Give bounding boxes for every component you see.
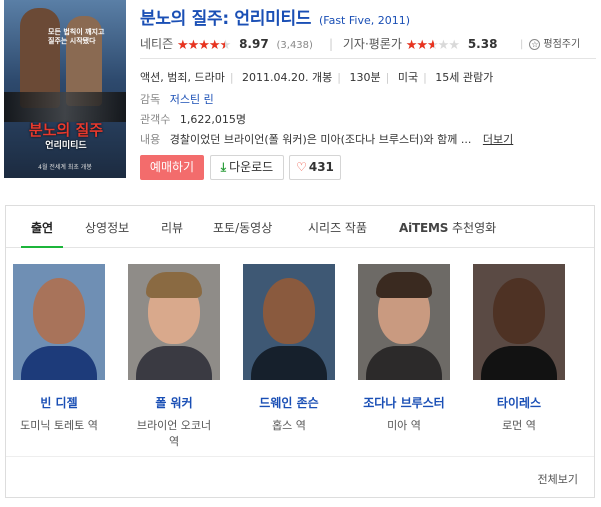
divider: | [423, 71, 427, 84]
divider [140, 58, 596, 59]
photo-face [33, 278, 85, 344]
movie-summary: 모든 법칙이 깨지고 질주는 시작됐다 분노의 질주 언리미티드 4월 전세계 … [0, 0, 601, 195]
divider: | [229, 71, 234, 84]
photo-body [251, 346, 327, 380]
poster-title-main: 분노의 질주 [28, 121, 104, 139]
info-audience: 관객수 1,622,015명 [140, 111, 596, 127]
divider: | [520, 39, 524, 50]
cast-role: 미아 역 [387, 419, 421, 432]
plot-label: 내용 [140, 133, 161, 146]
poster-date: 4월 전세계 최초 개봉 [38, 164, 92, 171]
cast-name[interactable]: 폴 워커 [124, 394, 224, 411]
cast-item[interactable]: 빈 디젤 도미닉 토레토 역 [9, 264, 109, 434]
netizen-stars-icon: ★★★★★★★★★★ [176, 38, 231, 53]
poster-car [4, 92, 126, 122]
photo-face [263, 278, 315, 344]
photo-body [136, 346, 212, 380]
info-basic: 액션, 범죄, 드라마 | 2011.04.20. 개봉 | 130분 | 미국 | 1… [140, 69, 596, 85]
cast-role: 홉스 역 [272, 419, 306, 432]
netizen-rating: 네티즌 ★★★★★★★★★★ 8.97 (3,438) [140, 35, 313, 53]
cast-role: 도미닉 토레토 역 [20, 419, 98, 432]
cast-photo[interactable] [13, 264, 105, 380]
cast-item[interactable]: 폴 워커 브라이언 오코너 역 [124, 264, 224, 450]
cast-item[interactable]: 드웨인 존슨 홉스 역 [239, 264, 339, 434]
photo-body [21, 346, 97, 380]
movie-title-en: (Fast Five, 2011) [318, 14, 410, 27]
photo-body [366, 346, 442, 380]
critic-rating: | 기자·평론가 ★★★★★★★★★★ 5.38 [329, 35, 498, 53]
netizen-score: 8.97 [239, 37, 269, 51]
cast-item[interactable]: 타이레스 로먼 역 [469, 264, 569, 434]
divider: | [337, 71, 341, 84]
age-rating: 15세 관람가 [435, 71, 494, 84]
divider [6, 456, 594, 457]
tab-aitems-label: 추천영화 [452, 221, 497, 235]
photo-hair [376, 272, 432, 298]
download-label: 다운로드 [229, 160, 274, 174]
netizen-rating-label: 네티즌 [140, 37, 174, 51]
tab-cast[interactable]: 출연 [20, 219, 64, 248]
all-view-link[interactable]: 전체보기 [538, 471, 578, 487]
download-icon: ⤓ [220, 160, 227, 174]
rating-row: 네티즌 ★★★★★★★★★★ 8.97 (3,438) | 기자·평론가 ★★★… [140, 35, 596, 55]
cast-name[interactable]: 드웨인 존슨 [239, 394, 339, 411]
critic-score: 5.38 [467, 37, 498, 51]
netizen-count: (3,438) [276, 40, 313, 51]
poster-title: 분노의 질주 언리미티드 [14, 122, 118, 154]
audience-label: 관객수 [140, 113, 171, 126]
tab-photo-video[interactable]: 포토/동영상 [213, 219, 272, 236]
cast-photo[interactable] [473, 264, 565, 380]
divider: | [329, 37, 334, 51]
tab-review[interactable]: 리뷰 [161, 219, 183, 236]
download-button[interactable]: ⤓ 다운로드 [210, 155, 284, 180]
divider: | [385, 71, 390, 84]
tab-series[interactable]: 시리즈 작품 [308, 219, 367, 236]
info-plot: 내용 경찰이었던 브라이언(폴 워커)은 미아(조다나 브루스터)와 함께 ..… [140, 131, 596, 147]
cast-role: 브라이언 오코너 역 [136, 419, 212, 448]
director-link[interactable]: 저스틴 린 [170, 93, 214, 106]
critic-rating-label: 기자·평론가 [342, 37, 402, 51]
cast-item[interactable]: 조다나 브루스터 미아 역 [354, 264, 454, 434]
aitems-brand: AiTEMS [399, 221, 449, 235]
poster-slogan: 모든 법칙이 깨지고 질주는 시작됐다 [48, 28, 105, 45]
tab-bar: 출연 상영정보 리뷰 포토/동영상 시리즈 작품 AiTEMS 추천영화 [6, 206, 594, 248]
star-circle-icon: ☆ [529, 39, 541, 50]
director-label: 감독 [140, 93, 161, 106]
heart-icon: ♡ [296, 160, 307, 174]
cast-name[interactable]: 조다나 브루스터 [354, 394, 454, 411]
cast-photo[interactable] [128, 264, 220, 380]
cast-photo[interactable] [358, 264, 450, 380]
rate-button-label: 평점주기 [543, 39, 581, 50]
book-button[interactable]: 예매하기 [140, 155, 204, 180]
critic-stars-icon: ★★★★★★★★★★ [405, 38, 460, 53]
plot-text: 경찰이었던 브라이언(폴 워커)은 미아(조다나 브루스터)와 함께 ... [169, 133, 472, 146]
movie-poster[interactable]: 모든 법칙이 깨지고 질주는 시작됐다 분노의 질주 언리미티드 4월 전세계 … [4, 0, 126, 178]
audience-count: 1,622,015명 [179, 113, 246, 126]
rate-button[interactable]: | ☆ 평점주기 [520, 35, 581, 50]
like-button[interactable]: ♡ 431 [289, 155, 341, 180]
photo-face [493, 278, 545, 344]
more-link[interactable]: 더보기 [483, 133, 513, 146]
info-director: 감독 저스틴 린 [140, 91, 596, 107]
cast-name[interactable]: 빈 디젤 [9, 394, 109, 411]
cast-photo[interactable] [243, 264, 335, 380]
genres: 액션, 범죄, 드라마 [140, 71, 225, 84]
photo-hair [146, 272, 202, 298]
release-date: 2011.04.20. 개봉 [242, 71, 333, 84]
cast-role: 로먼 역 [502, 419, 536, 432]
movie-title[interactable]: 분노의 질주: 언리미티드 [140, 9, 311, 29]
tab-screening[interactable]: 상영정보 [85, 219, 129, 236]
movie-title-row: 분노의 질주: 언리미티드 (Fast Five, 2011) [140, 4, 410, 29]
tab-aitems-recommend[interactable]: AiTEMS 추천영화 [399, 219, 496, 236]
country: 미국 [397, 71, 419, 84]
like-count: 431 [308, 160, 334, 174]
poster-title-sub: 언리미티드 [45, 141, 87, 151]
runtime: 130분 [349, 71, 381, 84]
photo-body [481, 346, 557, 380]
cast-name[interactable]: 타이레스 [469, 394, 569, 411]
detail-panel: 출연 상영정보 리뷰 포토/동영상 시리즈 작품 AiTEMS 추천영화 빈 디… [5, 205, 595, 498]
